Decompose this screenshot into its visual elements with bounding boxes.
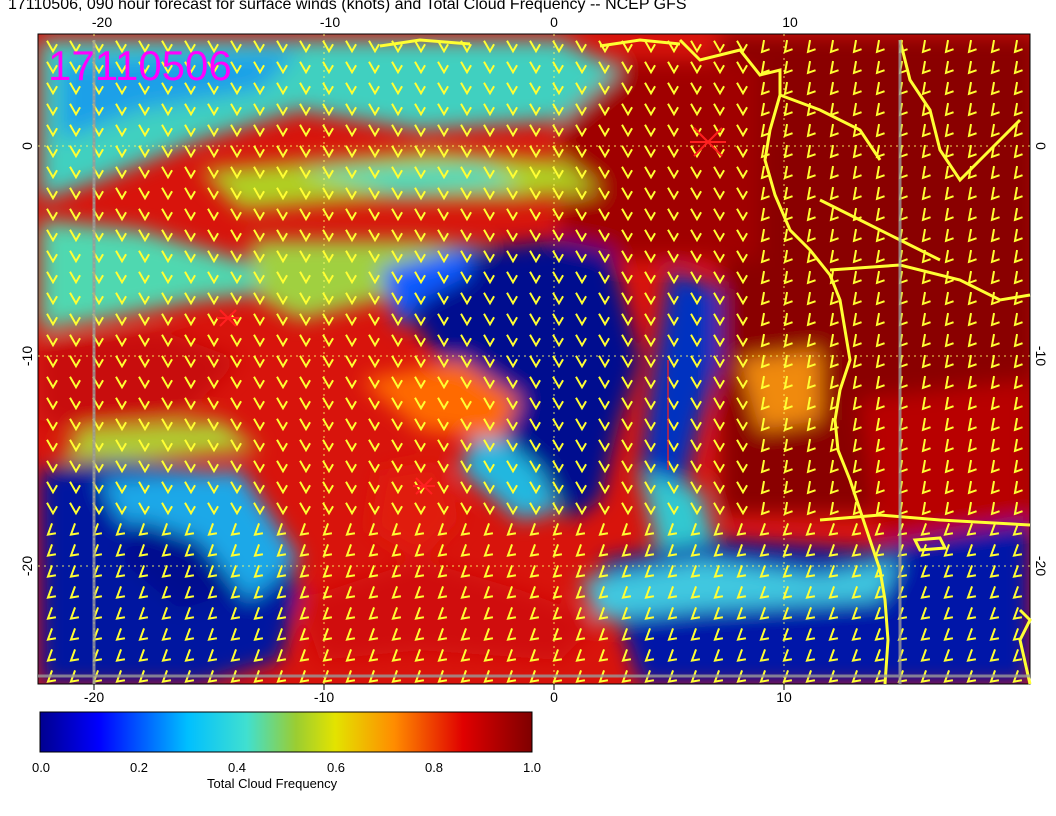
date-stamp: 17110506: [48, 42, 232, 89]
top-axis: -20 -10 0 10: [92, 14, 798, 30]
right-tick-label: -20: [1033, 556, 1049, 576]
forecast-map: 17110506 -20 -10 0 10 -20 -10 0 10 0 -10…: [19, 14, 1049, 753]
left-tick-label: -20: [19, 556, 35, 576]
bottom-tick-label: 0: [550, 689, 558, 705]
top-tick-label: -10: [320, 14, 340, 30]
left-tick-label: 0: [19, 142, 35, 150]
colorbar-tick: 1.0: [522, 760, 542, 775]
top-tick-label: 0: [550, 14, 558, 30]
colorbar-tick: 0.6: [326, 760, 346, 775]
bottom-tick-label: 10: [776, 689, 792, 705]
colorbar-tick: 0.8: [424, 760, 444, 775]
colorbar: [39, 711, 533, 753]
right-tick-label: -10: [1033, 346, 1049, 366]
top-tick-label: 10: [782, 14, 798, 30]
right-axis: 0 -10 -20: [1033, 142, 1049, 576]
colorbar-tick: 0.2: [129, 760, 149, 775]
bottom-axis: -20 -10 0 10: [84, 684, 792, 705]
left-axis: 0 -10 -20: [19, 142, 35, 576]
colorbar-tick: 0.0: [31, 760, 51, 775]
bottom-tick-label: -20: [84, 689, 104, 705]
colorbar-title: Total Cloud Frequency: [207, 776, 338, 791]
top-tick-label: -20: [92, 14, 112, 30]
bottom-tick-label: -10: [314, 689, 334, 705]
left-tick-label: -10: [19, 346, 35, 366]
colorbar-tick: 0.4: [227, 760, 247, 775]
right-tick-label: 0: [1033, 142, 1049, 150]
